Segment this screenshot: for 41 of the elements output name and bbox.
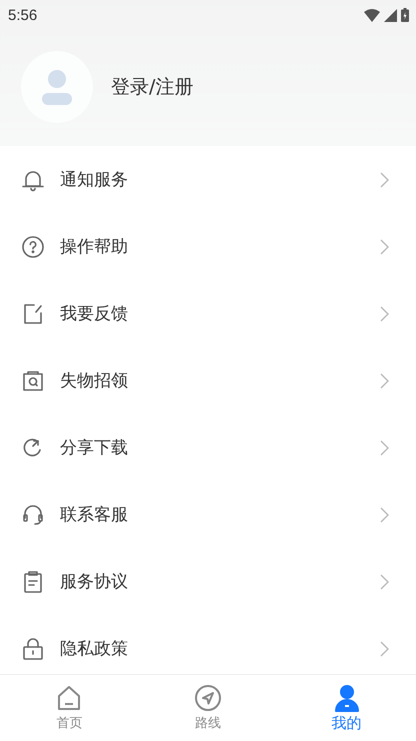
chevron-right-icon [380,506,389,522]
menu-item[interactable]: 分享下载 [0,414,416,481]
person-icon [42,69,72,105]
menu-label: 失物招领 [60,370,129,392]
person-icon [332,684,361,712]
wifi-icon [364,8,380,22]
clipboard-icon [21,570,45,594]
menu-label: 服务协议 [60,571,129,593]
tab[interactable]: 首页 [0,675,139,741]
menu-item[interactable]: 我要反馈 [0,280,416,347]
menu-label: 隐私政策 [60,638,129,660]
menu-label: 分享下载 [60,437,129,459]
menu-item[interactable]: 联系客服 [0,481,416,548]
menu-item[interactable]: 服务协议 [0,548,416,615]
chevron-right-icon [380,440,389,456]
navigation-icon [194,684,222,712]
menu-item[interactable]: 操作帮助 [0,213,416,280]
menu-label: 我要反馈 [60,303,129,325]
chevron-right-icon [380,640,389,656]
chevron-right-icon [380,372,389,388]
menu-label: 通知服务 [60,169,129,191]
lock-icon [21,636,45,660]
tab[interactable]: 路线 [138,675,278,741]
help-icon [21,234,45,258]
chevron-right-icon [380,306,389,322]
menu-item[interactable]: 失物招领 [0,347,416,414]
menu-item[interactable]: 通知服务 [0,146,416,213]
menu-label: 联系客服 [60,504,129,526]
chevron-right-icon [380,238,389,254]
headset-icon [21,502,45,526]
tab[interactable]: 我的 [277,675,416,741]
menu-label: 操作帮助 [60,236,129,258]
edit-icon [21,302,45,326]
menu-item[interactable]: 隐私政策 [0,615,416,674]
chevron-right-icon [380,172,389,188]
signal-icon [384,8,397,22]
search-box-icon [21,368,45,392]
battery-icon [401,8,409,22]
chevron-right-icon [380,574,389,590]
status-time: 5:56 [8,6,38,24]
login-link[interactable]: 登录/注册 [111,74,194,100]
